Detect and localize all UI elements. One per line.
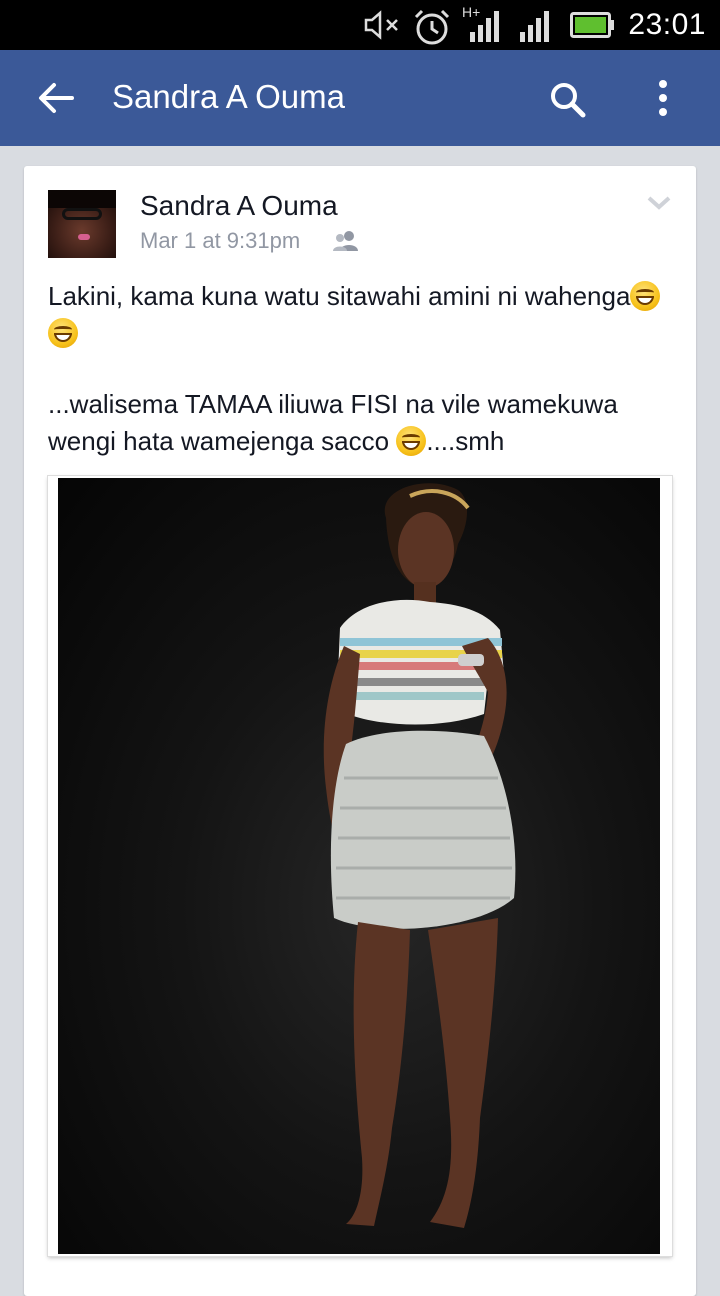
- signal-icon: [470, 11, 499, 42]
- battery-icon: [570, 12, 614, 38]
- mute-icon: [364, 10, 398, 40]
- avatar-glasses: [62, 208, 102, 220]
- avatar-lips: [78, 234, 90, 240]
- post-text-line-2a: ...walisema TAMAA iliuwa FISI na vile wa…: [48, 389, 618, 456]
- photo-image: [58, 478, 660, 1254]
- post-paragraph: Lakini, kama kuna watu sitawahi amini ni…: [48, 278, 678, 352]
- post-card: Sandra A Ouma Mar 1 at 9:31pm Lakini, ka…: [24, 166, 696, 1296]
- arrow-left-icon[interactable]: [36, 78, 76, 118]
- post-text-line-2b: ....smh: [426, 426, 505, 456]
- post-photo[interactable]: [48, 476, 672, 1256]
- post-paragraph: ...walisema TAMAA iliuwa FISI na vile wa…: [48, 386, 678, 460]
- page-title: Sandra A Ouma: [112, 78, 345, 115]
- grinning-emoji-icon: [48, 318, 78, 348]
- app-bar: Sandra A Ouma: [0, 50, 720, 146]
- signal-icon: [520, 11, 549, 42]
- status-bar: H+ 23:01: [0, 0, 720, 50]
- chevron-down-icon[interactable]: [646, 194, 672, 212]
- post-timestamp[interactable]: Mar 1 at 9:31pm: [140, 228, 300, 254]
- grinning-emoji-icon: [630, 281, 661, 311]
- clock: 23:01: [628, 8, 706, 41]
- friends-icon[interactable]: [332, 230, 360, 252]
- avatar-hair: [48, 190, 116, 208]
- search-icon[interactable]: [548, 80, 588, 120]
- alarm-icon: [414, 9, 450, 45]
- grey-skirt: [330, 730, 516, 929]
- post-body: Lakini, kama kuna watu sitawahi amini ni…: [48, 278, 678, 460]
- post-text-line-1: Lakini, kama kuna watu sitawahi amini ni…: [48, 281, 631, 311]
- grinning-emoji-icon: [396, 426, 427, 456]
- person-figure: [323, 483, 516, 1228]
- more-vertical-icon[interactable]: [650, 78, 676, 118]
- avatar[interactable]: [48, 190, 116, 258]
- post-author[interactable]: Sandra A Ouma: [140, 190, 338, 222]
